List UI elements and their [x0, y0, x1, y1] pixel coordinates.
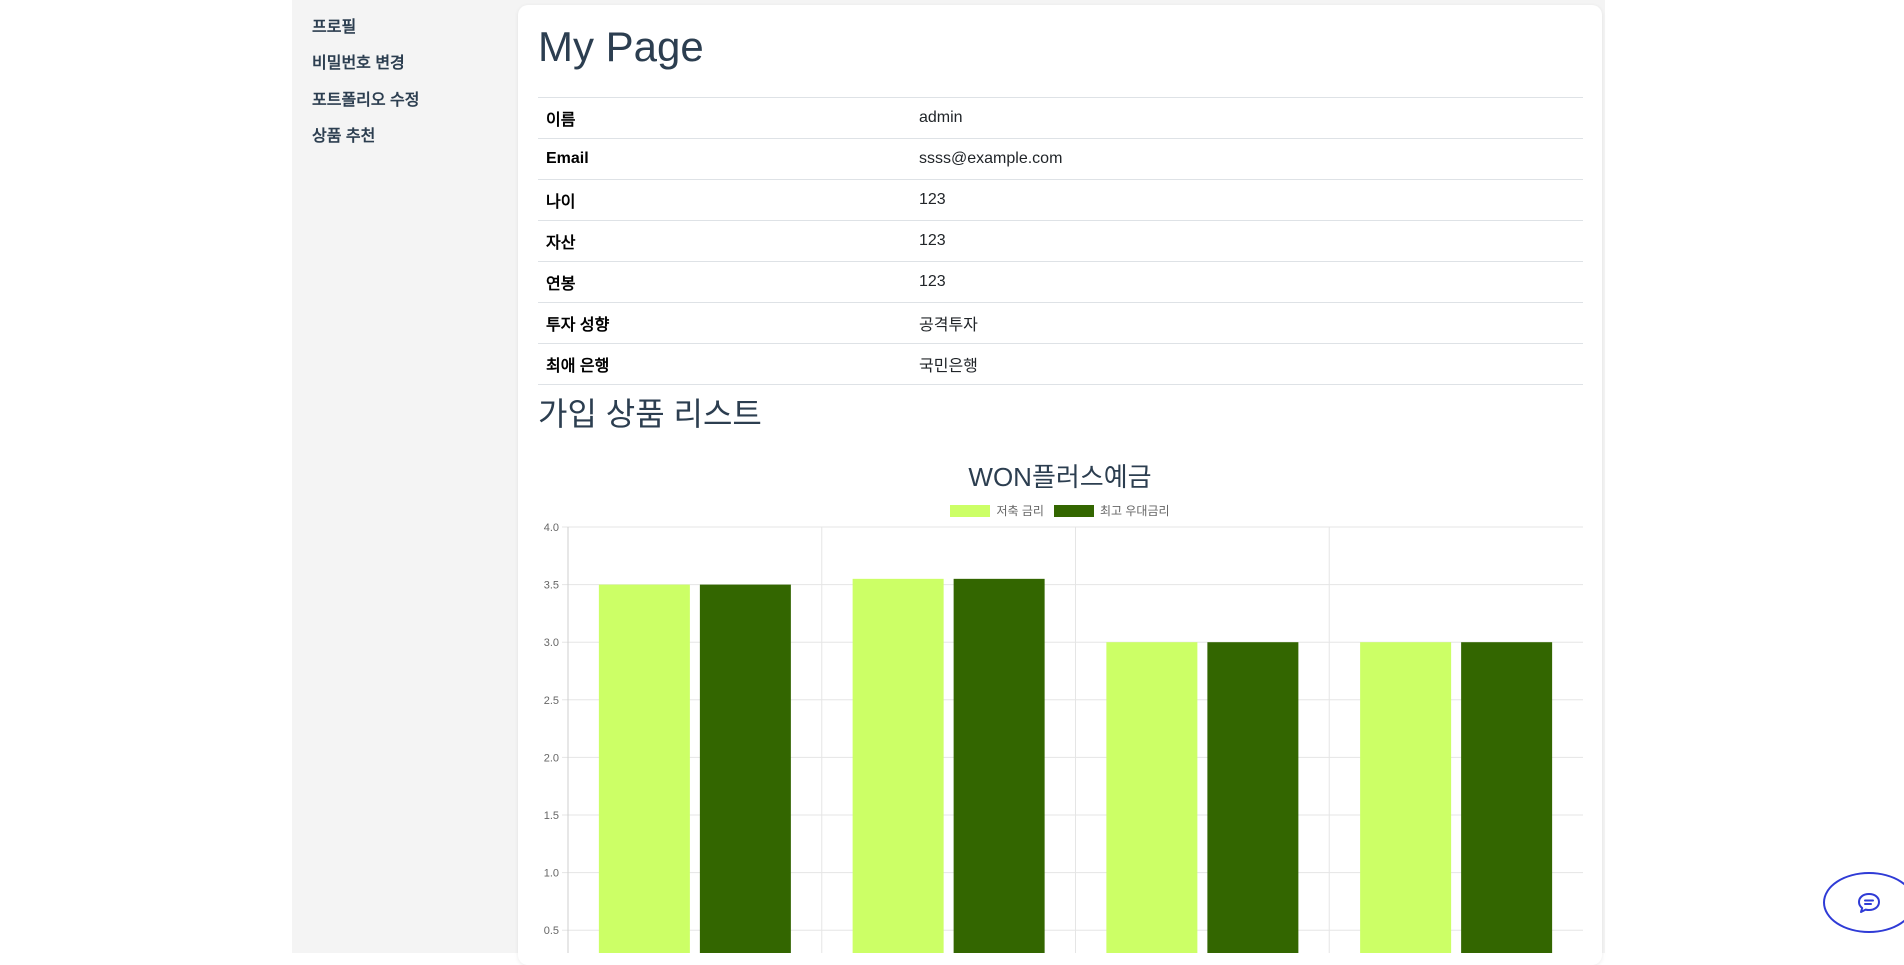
y-tick-label: 2.5 — [544, 695, 559, 707]
chat-button[interactable] — [1823, 872, 1904, 933]
table-row: 연봉 123 — [538, 261, 1583, 303]
field-label: 나이 — [538, 179, 911, 221]
field-label: 연봉 — [538, 261, 911, 303]
field-value: 123 — [911, 220, 1583, 262]
field-value: 국민은행 — [911, 343, 1583, 385]
chart-bar — [699, 584, 791, 953]
y-tick-label: 0.5 — [544, 925, 559, 937]
chart-bar — [1207, 642, 1299, 953]
field-value: 123 — [911, 179, 1583, 221]
field-label: Email — [538, 138, 911, 180]
y-tick-label: 2.0 — [544, 752, 559, 764]
table-row: 이름 admin — [538, 97, 1583, 139]
field-value: admin — [911, 97, 1583, 139]
chart-canvas: 0.5 1.0 1.5 2.0 2.5 3.0 3.5 4.0 — [544, 522, 1583, 953]
chart-bar — [598, 584, 690, 953]
field-value: ssss@example.com — [911, 138, 1583, 180]
chart-bar — [953, 578, 1045, 953]
chart-bar — [1106, 642, 1198, 953]
field-label: 투자 성향 — [538, 302, 911, 344]
field-label: 이름 — [538, 97, 911, 139]
table-row: Email ssss@example.com — [538, 138, 1583, 180]
field-value: 공격투자 — [911, 302, 1583, 344]
profile-table: 이름 admin Email ssss@example.com 나이 123 자… — [538, 97, 1583, 385]
y-tick-label: 1.5 — [544, 810, 559, 822]
chart-bar — [852, 578, 944, 953]
y-tick-label: 3.0 — [544, 637, 559, 649]
sidebar-item-product-recommendation[interactable]: 상품 추천 — [312, 122, 375, 146]
table-row: 자산 123 — [538, 220, 1583, 262]
sidebar-item-profile[interactable]: 프로필 — [312, 13, 356, 37]
y-tick-label: 1.0 — [544, 868, 559, 880]
y-tick-label: 4.0 — [544, 522, 559, 534]
chart-bar — [1461, 642, 1553, 953]
page-title: My Page — [538, 23, 704, 70]
y-tick-label: 3.5 — [544, 580, 559, 592]
section-title: 가입 상품 리스트 — [538, 396, 762, 432]
table-row: 최애 은행 국민은행 — [538, 343, 1583, 385]
field-value: 123 — [911, 261, 1583, 303]
sidebar-item-edit-portfolio[interactable]: 포트폴리오 수정 — [312, 86, 420, 110]
table-row: 투자 성향 공격투자 — [538, 302, 1583, 344]
bar-chart: WON플러스예금 저축 금리 최고 우대금리 0.5 1.0 1.5 2.0 2.5 3.… — [530, 454, 1590, 953]
field-label: 자산 — [538, 220, 911, 262]
chat-bubble-icon — [1858, 892, 1880, 913]
table-row: 나이 123 — [538, 179, 1583, 221]
chart-bar — [1360, 642, 1452, 953]
field-label: 최애 은행 — [538, 343, 911, 385]
sidebar-item-change-password[interactable]: 비밀번호 변경 — [312, 49, 405, 73]
